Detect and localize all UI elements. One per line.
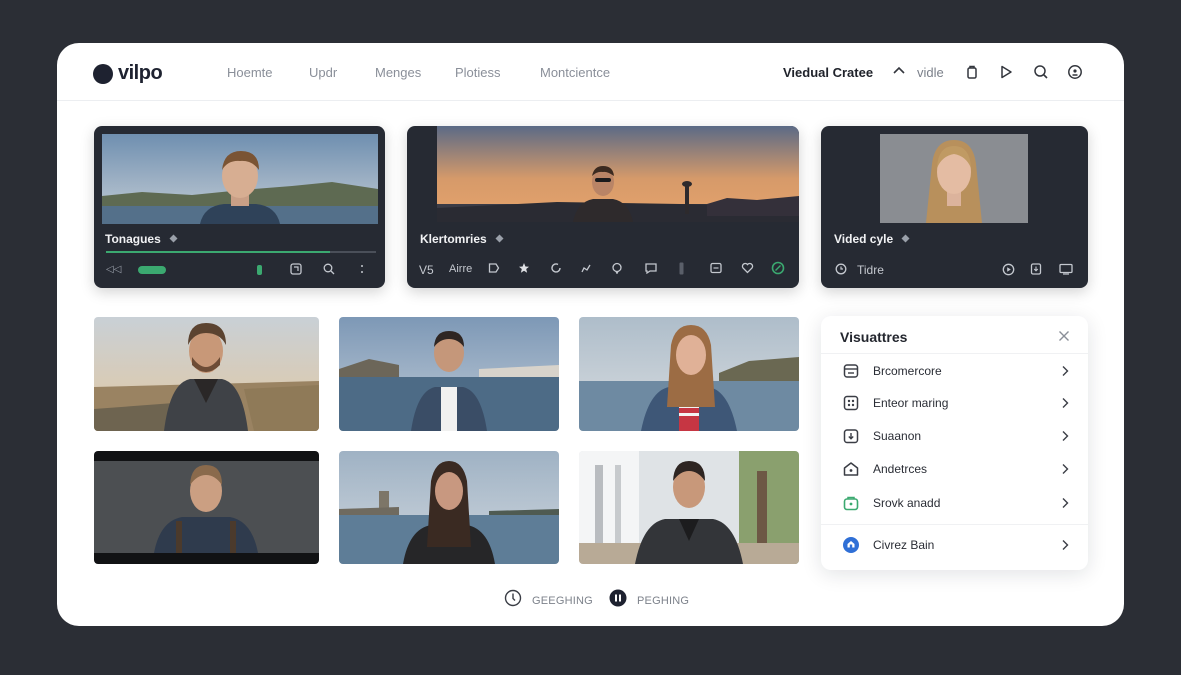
tag-icon[interactable] — [487, 261, 501, 275]
chevron-up-icon[interactable] — [891, 63, 907, 84]
play-icon[interactable] — [997, 63, 1015, 81]
nav-item-home[interactable]: Hoemte — [227, 65, 273, 80]
video-thumbnail[interactable] — [437, 126, 799, 222]
card-title: Vided cyle — [834, 232, 910, 246]
location-icon — [842, 536, 860, 554]
panel-item-label: Brcomercore — [873, 364, 942, 378]
diamond-icon — [901, 232, 910, 246]
nav-item-menges[interactable]: Menges — [375, 65, 421, 80]
video-thumbnail[interactable] — [880, 134, 1028, 223]
panel-title: Visuattres — [840, 329, 908, 345]
panel-header: Visuattres — [821, 316, 1088, 354]
chevron-right-icon — [1060, 462, 1070, 480]
chevron-right-icon — [1060, 496, 1070, 514]
gallery-thumbnail-1[interactable] — [94, 317, 319, 431]
window-icon — [842, 362, 860, 380]
star-icon[interactable] — [517, 261, 531, 275]
share-icon[interactable] — [963, 63, 981, 81]
slider-handle[interactable] — [257, 265, 262, 275]
gallery-thumbnail-3[interactable] — [579, 317, 799, 431]
logo-mark — [93, 63, 113, 84]
clock-icon[interactable] — [834, 262, 848, 276]
play-circle-icon[interactable] — [1001, 262, 1015, 276]
speed-label[interactable]: V5 — [419, 263, 434, 277]
panel-item-season[interactable]: Suaanon — [821, 421, 1088, 451]
clip-icon[interactable] — [289, 262, 303, 276]
mode-label[interactable]: Airre — [449, 263, 472, 275]
refresh-icon[interactable] — [549, 261, 563, 275]
search-icon[interactable] — [1032, 63, 1050, 81]
pause-icon — [609, 589, 627, 612]
visuals-panel: Visuattres Brcomercore Enteor maring Sua… — [821, 316, 1088, 570]
video-card-1[interactable]: Tonagues ◁◁ — [94, 126, 385, 288]
video-card-2[interactable]: Klertomries V5 Airre — [407, 126, 799, 288]
progress-track[interactable] — [106, 251, 376, 253]
chevron-right-icon — [1060, 396, 1070, 414]
rewind-icon[interactable]: ◁◁ — [106, 264, 121, 275]
gallery-thumbnail-5[interactable] — [339, 451, 559, 564]
card-title-text: Tonagues — [105, 232, 161, 246]
gallery-thumbnail-4[interactable] — [94, 451, 319, 564]
gallery-thumbnail-2[interactable] — [339, 317, 559, 431]
panel-item-label: Srovk anadd — [873, 496, 941, 510]
caption-icon[interactable] — [709, 261, 723, 275]
card-title-text: Vided cyle — [834, 232, 894, 246]
chat-icon[interactable] — [644, 261, 658, 275]
panel-item-browser[interactable]: Brcomercore — [821, 356, 1088, 386]
panel-item-stock-added[interactable]: Srovk anadd — [821, 488, 1088, 518]
panel-item-civrez-bain[interactable]: Civrez Bain — [821, 530, 1088, 560]
divider-handle[interactable] — [677, 261, 685, 275]
video-card-3[interactable]: Vided cyle Tidre — [821, 126, 1088, 288]
panel-item-enter-marking[interactable]: Enteor maring — [821, 388, 1088, 418]
download-box-icon — [842, 427, 860, 445]
panel-item-label: Enteor maring — [873, 396, 949, 410]
app-window: vilpo Hoemte Updr Menges Plotiess Montci… — [57, 43, 1124, 626]
panel-item-label: Andetrces — [873, 462, 928, 476]
footer-button-2[interactable]: PEGHING — [609, 589, 689, 612]
comment-icon[interactable] — [610, 261, 624, 275]
card-title: Klertomries — [420, 232, 504, 246]
zoom-icon[interactable] — [322, 262, 336, 276]
logo-text: vilpo — [118, 62, 163, 84]
close-icon[interactable] — [1058, 329, 1070, 347]
nav-item-monitor[interactable]: Montcientce — [540, 65, 610, 80]
nav-item-projects[interactable]: Plotiess — [455, 65, 501, 80]
link-icon[interactable] — [771, 261, 785, 275]
card-title: Tonagues — [105, 232, 178, 246]
chevron-right-icon — [1060, 538, 1070, 556]
more-icon[interactable] — [356, 262, 368, 276]
card-title-text: Klertomries — [420, 232, 487, 246]
nav-item-update[interactable]: Updr — [309, 65, 337, 80]
panel-divider — [821, 524, 1088, 525]
diamond-icon — [169, 232, 178, 246]
footer-button-label: GEEGHING — [532, 594, 593, 607]
logo[interactable]: vilpo — [93, 62, 163, 85]
panel-item-label: Civrez Bain — [873, 538, 935, 552]
home-icon — [842, 460, 860, 478]
workspace-label[interactable]: vidle — [917, 65, 944, 80]
gallery-thumbnail-6[interactable] — [579, 451, 799, 564]
chevron-right-icon — [1060, 429, 1070, 447]
edit-icon[interactable] — [579, 261, 593, 275]
progress-fill — [106, 251, 331, 253]
profile-icon[interactable] — [1066, 63, 1084, 81]
time-label[interactable]: Tidre — [857, 263, 884, 277]
compass-icon — [504, 589, 522, 612]
top-bar: vilpo Hoemte Updr Menges Plotiess Montci… — [57, 43, 1124, 101]
heart-icon[interactable] — [740, 261, 754, 275]
chevron-right-icon — [1060, 364, 1070, 382]
panel-item-andetrces[interactable]: Andetrces — [821, 454, 1088, 484]
footer-button-1[interactable]: GEEGHING — [504, 589, 593, 612]
screen-icon[interactable] — [1058, 262, 1074, 276]
footer-button-label: PEGHING — [637, 594, 690, 607]
video-thumbnail[interactable] — [102, 134, 378, 224]
grid-icon — [842, 394, 860, 412]
volume-slider[interactable] — [138, 266, 166, 274]
panel-item-label: Suaanon — [873, 429, 922, 443]
download-icon[interactable] — [1029, 262, 1043, 276]
workspace-title[interactable]: Viedual Cratee — [783, 65, 873, 80]
diamond-icon — [495, 232, 504, 246]
bag-icon — [842, 494, 860, 512]
